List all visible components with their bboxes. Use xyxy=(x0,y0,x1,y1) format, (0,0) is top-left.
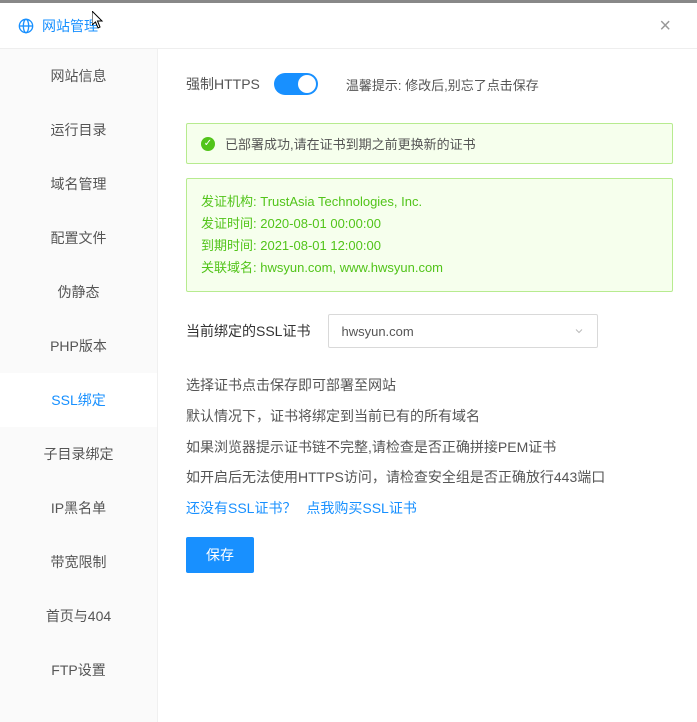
globe-icon xyxy=(18,18,34,34)
https-label: 强制HTTPS xyxy=(186,74,260,94)
help-line: 选择证书点击保存即可部署至网站 xyxy=(186,372,673,399)
main-panel: 强制HTTPS 温馨提示: 修改后,别忘了点击保存 ✓ 已部署成功,请在证书到期… xyxy=(158,49,697,722)
sidebar-item[interactable]: SSL绑定 xyxy=(0,373,157,427)
cert-domains: 关联域名: hwsyun.com, www.hwsyun.com xyxy=(201,257,658,279)
help-line: 如开启后无法使用HTTPS访问，请检查安全组是否正确放行443端口 xyxy=(186,464,673,491)
sidebar-item[interactable]: 伪静态 xyxy=(0,265,157,319)
sidebar-item[interactable]: FTP设置 xyxy=(0,643,157,697)
dialog-window: 网站管理 × 网站信息运行目录域名管理配置文件伪静态PHP版本SSL绑定子目录绑… xyxy=(0,0,697,722)
sidebar-item[interactable]: 网站信息 xyxy=(0,49,157,103)
help-line: 默认情况下，证书将绑定到当前已有的所有域名 xyxy=(186,403,673,430)
cert-issuer: 发证机构: TrustAsia Technologies, Inc. xyxy=(201,191,658,213)
cert-issued-time: 发证时间: 2020-08-01 00:00:00 xyxy=(201,213,658,235)
https-toggle-row: 强制HTTPS 温馨提示: 修改后,别忘了点击保存 xyxy=(186,73,673,95)
sidebar-item[interactable]: 首页与404 xyxy=(0,589,157,643)
chevron-down-icon xyxy=(573,325,585,337)
sidebar-item[interactable]: 配置文件 xyxy=(0,211,157,265)
sidebar-item[interactable]: 子目录绑定 xyxy=(0,427,157,481)
cert-info-box: 发证机构: TrustAsia Technologies, Inc. 发证时间:… xyxy=(186,178,673,292)
cert-select-value: hwsyun.com xyxy=(341,324,413,339)
no-cert-link[interactable]: 还没有SSL证书？ xyxy=(186,500,296,516)
cert-select-label: 当前绑定的SSL证书 xyxy=(186,321,310,341)
check-icon: ✓ xyxy=(201,137,215,151)
cert-select-dropdown[interactable]: hwsyun.com xyxy=(328,314,598,348)
dialog-title: 网站管理 xyxy=(42,16,98,36)
help-text-block: 选择证书点击保存即可部署至网站默认情况下，证书将绑定到当前已有的所有域名如果浏览… xyxy=(186,372,673,490)
sidebar-item[interactable]: IP黑名单 xyxy=(0,481,157,535)
cert-expire-time: 到期时间: 2021-08-01 12:00:00 xyxy=(201,235,658,257)
buy-cert-link[interactable]: 点我购买SSL证书 xyxy=(306,500,416,516)
titlebar: 网站管理 × xyxy=(0,3,697,49)
save-button[interactable]: 保存 xyxy=(186,537,254,573)
sidebar: 网站信息运行目录域名管理配置文件伪静态PHP版本SSL绑定子目录绑定IP黑名单带… xyxy=(0,49,158,722)
sidebar-item[interactable]: 带宽限制 xyxy=(0,535,157,589)
https-tip: 温馨提示: 修改后,别忘了点击保存 xyxy=(346,75,539,94)
help-link-line: 还没有SSL证书？ 点我购买SSL证书 xyxy=(186,495,673,522)
dialog-body: 网站信息运行目录域名管理配置文件伪静态PHP版本SSL绑定子目录绑定IP黑名单带… xyxy=(0,49,697,722)
deploy-success-message: 已部署成功,请在证书到期之前更换新的证书 xyxy=(225,134,476,153)
help-line: 如果浏览器提示证书链不完整,请检查是否正确拼接PEM证书 xyxy=(186,434,673,461)
sidebar-item[interactable]: PHP版本 xyxy=(0,319,157,373)
deploy-success-alert: ✓ 已部署成功,请在证书到期之前更换新的证书 xyxy=(186,123,673,164)
cert-select-row: 当前绑定的SSL证书 hwsyun.com xyxy=(186,314,673,348)
sidebar-item[interactable]: 域名管理 xyxy=(0,157,157,211)
close-button[interactable]: × xyxy=(651,12,679,40)
sidebar-item[interactable]: 运行目录 xyxy=(0,103,157,157)
https-toggle[interactable] xyxy=(274,73,318,95)
